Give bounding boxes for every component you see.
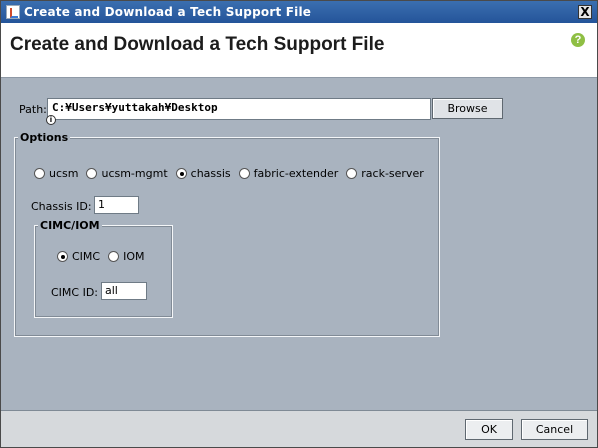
radio-option-fabric-extender[interactable]: fabric-extender	[238, 167, 339, 180]
path-label: Path:	[19, 103, 47, 116]
path-input[interactable]: C:¥Users¥yuttakah¥Desktop	[47, 98, 431, 120]
radio-label: ucsm	[49, 167, 79, 180]
radio-label: rack-server	[361, 167, 424, 180]
window-title: Create and Download a Tech Support File	[24, 5, 312, 19]
browse-button[interactable]: Browse	[432, 98, 503, 119]
radio-button[interactable]	[57, 251, 68, 262]
close-button[interactable]: X	[578, 5, 592, 19]
chassis-id-input[interactable]: 1	[94, 196, 139, 214]
java-app-icon	[6, 5, 20, 19]
cimc-id-input[interactable]: all	[101, 282, 147, 300]
radio-option-rack-server[interactable]: rack-server	[346, 167, 424, 180]
cimc-iom-radio-group: CIMC IOM	[57, 250, 153, 263]
title-bar[interactable]: Create and Download a Tech Support File …	[1, 1, 597, 23]
radio-option-cimc[interactable]: CIMC	[57, 250, 100, 263]
radio-label: IOM	[123, 250, 145, 263]
radio-option-iom[interactable]: IOM	[108, 250, 145, 263]
radio-option-ucsm[interactable]: ucsm	[34, 167, 78, 180]
dialog-footer: OK Cancel	[1, 411, 597, 447]
radio-option-chassis[interactable]: chassis	[175, 167, 231, 180]
radio-button[interactable]	[34, 168, 45, 179]
radio-label: ucsm-mgmt	[101, 167, 168, 180]
radio-button[interactable]	[175, 168, 187, 179]
cimc-iom-legend: CIMC/IOM	[38, 219, 102, 232]
radio-label: fabric-extender	[253, 167, 339, 180]
chassis-id-label: Chassis ID:	[31, 200, 92, 213]
page-title: Create and Download a Tech Support File	[10, 34, 385, 55]
radio-label: chassis	[190, 167, 231, 180]
cimc-id-label: CIMC ID:	[51, 286, 99, 299]
cancel-button[interactable]: Cancel	[521, 419, 588, 440]
dialog-body: Path: C:¥Users¥yuttakah¥Desktop i Browse…	[1, 79, 597, 410]
target-type-radio-group: ucsm ucsm-mgmt chassis fabric-extender r…	[34, 167, 432, 180]
info-icon: i	[46, 115, 56, 125]
radio-label: CIMC	[72, 250, 101, 263]
radio-option-ucsm-mgmt[interactable]: ucsm-mgmt	[86, 167, 168, 180]
tech-support-dialog: Create and Download a Tech Support File …	[0, 0, 598, 448]
radio-button[interactable]	[346, 168, 358, 179]
radio-button[interactable]	[238, 168, 250, 179]
help-icon[interactable]: ?	[571, 33, 585, 47]
ok-button[interactable]: OK	[465, 419, 513, 440]
cimc-iom-group	[34, 225, 173, 318]
options-legend: Options	[18, 131, 71, 144]
dialog-header: Create and Download a Tech Support File …	[1, 23, 597, 78]
radio-button[interactable]	[86, 168, 98, 179]
radio-button[interactable]	[108, 251, 120, 262]
